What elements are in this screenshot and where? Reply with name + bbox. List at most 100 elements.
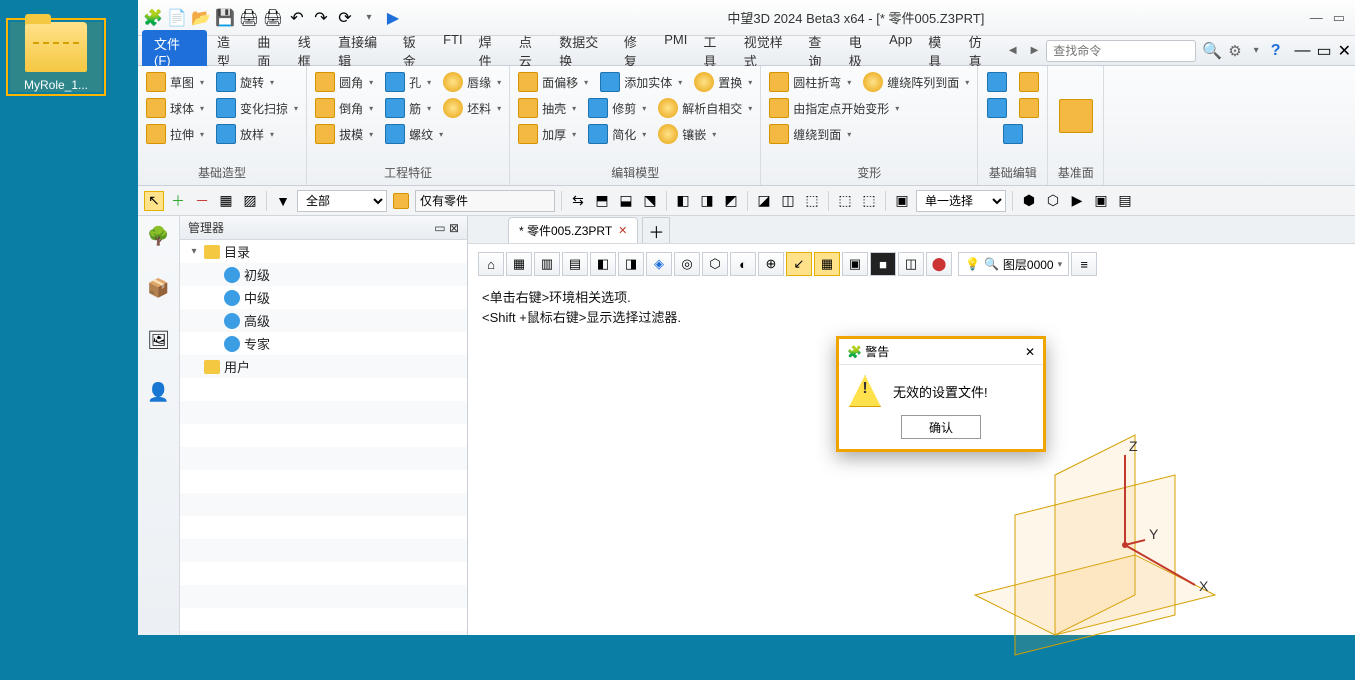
- ribbon-button[interactable]: 草图▾: [144, 70, 206, 94]
- new-icon[interactable]: 📄: [168, 9, 186, 27]
- new-tab-button[interactable]: ＋: [642, 217, 670, 243]
- tool-icon[interactable]: ◨: [697, 191, 717, 211]
- tree-node[interactable]: 中级: [180, 286, 467, 309]
- maximize-button[interactable]: ▭: [1333, 10, 1345, 26]
- desktop-folder-icon[interactable]: MyRole_1...: [10, 22, 102, 92]
- ribbon-button[interactable]: 圆柱折弯▾: [767, 70, 853, 94]
- ribbon-button[interactable]: 圆角▾: [313, 70, 375, 94]
- vp-btn[interactable]: ■: [870, 252, 896, 276]
- ribbon-button[interactable]: 螺纹▾: [383, 122, 445, 146]
- tool-icon[interactable]: ⬒: [592, 191, 612, 211]
- ribbon-button-datum[interactable]: [1055, 97, 1097, 135]
- vp-btn[interactable]: ▣: [842, 252, 868, 276]
- save-icon[interactable]: 💾: [216, 9, 234, 27]
- vp-btn[interactable]: ◐: [730, 252, 756, 276]
- help-icon[interactable]: ?: [1271, 42, 1281, 60]
- vp-btn[interactable]: ↙: [786, 252, 812, 276]
- undo-icon[interactable]: ↶: [288, 9, 306, 27]
- add-icon[interactable]: ＋: [168, 191, 188, 211]
- ribbon-button[interactable]: 倒角▾: [313, 96, 375, 120]
- inner-close-button[interactable]: ✕: [1338, 41, 1351, 61]
- tool-icon[interactable]: ▶: [1067, 191, 1087, 211]
- cube-icon[interactable]: [391, 191, 411, 211]
- tool-icon[interactable]: ◫: [778, 191, 798, 211]
- tree-node[interactable]: ▾目录: [180, 240, 467, 263]
- tool-icon[interactable]: ◧: [673, 191, 693, 211]
- sidebar-tab-tree[interactable]: 🌳: [145, 222, 173, 250]
- chevron-down-icon[interactable]: ▾: [360, 9, 378, 27]
- filter-select-all[interactable]: 全部: [297, 190, 387, 212]
- tool-icon[interactable]: ⬚: [835, 191, 855, 211]
- ribbon-button[interactable]: 拔模▾: [313, 122, 375, 146]
- tool-icon[interactable]: ⬡: [1043, 191, 1063, 211]
- tab-close-icon[interactable]: ✕: [618, 224, 627, 237]
- play-icon[interactable]: ▶: [384, 9, 402, 27]
- ribbon-button[interactable]: [985, 70, 1009, 94]
- ribbon-button[interactable]: 孔▾: [383, 70, 433, 94]
- ribbon-button[interactable]: 加厚▾: [516, 122, 578, 146]
- ribbon-button[interactable]: 添加实体▾: [598, 70, 684, 94]
- minimize-button[interactable]: —: [1310, 10, 1323, 26]
- sidebar-close-icon[interactable]: ⊠: [449, 221, 459, 235]
- ribbon-button[interactable]: 旋转▾: [214, 70, 276, 94]
- dialog-close-icon[interactable]: ✕: [1025, 345, 1035, 359]
- tool-icon[interactable]: ⬚: [859, 191, 879, 211]
- sidebar-tab-user[interactable]: 👤: [145, 378, 173, 406]
- tool-icon[interactable]: ⬓: [616, 191, 636, 211]
- ribbon-button[interactable]: [1001, 122, 1025, 146]
- document-tab[interactable]: * 零件005.Z3PRT ✕: [508, 217, 638, 243]
- ribbon-button[interactable]: 拉伸▾: [144, 122, 206, 146]
- menu-overflow-left[interactable]: ◀: [1003, 45, 1023, 56]
- ribbon-button[interactable]: 面偏移▾: [516, 70, 590, 94]
- vp-btn[interactable]: ⌂: [478, 252, 504, 276]
- ribbon-button[interactable]: 筋▾: [383, 96, 433, 120]
- viewport[interactable]: * 零件005.Z3PRT ✕ ＋ ⌂ ▦ ▥ ▤ ◧ ◨ ◈ ◎ ⬡ ◐ ⊕ …: [468, 216, 1355, 635]
- sidebar-tab-image[interactable]: 🖼: [145, 326, 173, 354]
- ribbon-button[interactable]: 缠绕阵列到面▾: [861, 70, 971, 94]
- ribbon-button[interactable]: 镶嵌▾: [656, 122, 718, 146]
- selection-mode-select[interactable]: 单一选择: [916, 190, 1006, 212]
- inner-restore-button[interactable]: ▭: [1316, 41, 1331, 61]
- tree-node[interactable]: 用户: [180, 355, 467, 378]
- ribbon-button[interactable]: 放样▾: [214, 122, 276, 146]
- vp-btn[interactable]: ▦: [506, 252, 532, 276]
- cursor-icon[interactable]: ↖: [144, 191, 164, 211]
- print-preview-icon[interactable]: 🖨: [264, 9, 282, 27]
- ribbon-button[interactable]: 简化▾: [586, 122, 648, 146]
- ribbon-button[interactable]: [1017, 96, 1041, 120]
- vp-btn[interactable]: ⬤: [926, 252, 952, 276]
- ribbon-button[interactable]: 唇缘▾: [441, 70, 503, 94]
- ribbon-button[interactable]: 修剪▾: [586, 96, 648, 120]
- ribbon-button[interactable]: 由指定点开始变形▾: [767, 96, 901, 120]
- tree-node[interactable]: 初级: [180, 263, 467, 286]
- ribbon-button[interactable]: 变化扫掠▾: [214, 96, 300, 120]
- vp-btn[interactable]: ◨: [618, 252, 644, 276]
- ribbon-button[interactable]: [985, 96, 1009, 120]
- tool-icon[interactable]: ◪: [754, 191, 774, 211]
- ribbon-button[interactable]: 抽壳▾: [516, 96, 578, 120]
- vp-btn[interactable]: ▦: [814, 252, 840, 276]
- dashcross-icon[interactable]: ▨: [240, 191, 260, 211]
- filter-icon[interactable]: ▼: [273, 191, 293, 211]
- ribbon-button[interactable]: 置换▾: [692, 70, 754, 94]
- inner-minimize-button[interactable]: —: [1294, 42, 1310, 60]
- search-icon[interactable]: 🔍: [1202, 41, 1222, 61]
- dashwin-icon[interactable]: ▦: [216, 191, 236, 211]
- tree-node[interactable]: 高级: [180, 309, 467, 332]
- layer-selector[interactable]: 💡 🔍 图层0000 ▾: [958, 252, 1069, 276]
- tool-icon[interactable]: ⬚: [802, 191, 822, 211]
- tool-icon[interactable]: ⬢: [1019, 191, 1039, 211]
- vp-btn[interactable]: ▥: [534, 252, 560, 276]
- ribbon-button[interactable]: [1017, 70, 1041, 94]
- settings-icon[interactable]: ⚙: [1228, 42, 1241, 60]
- tool-icon[interactable]: ⬔: [640, 191, 660, 211]
- remove-icon[interactable]: －: [192, 191, 212, 211]
- sidebar-pin-icon[interactable]: ▭: [434, 221, 445, 235]
- vp-btn[interactable]: ⊕: [758, 252, 784, 276]
- tree-node[interactable]: 专家: [180, 332, 467, 355]
- vp-btn[interactable]: ◎: [674, 252, 700, 276]
- ribbon-button[interactable]: 坯料▾: [441, 96, 503, 120]
- tool-icon[interactable]: ▣: [892, 191, 912, 211]
- print-icon[interactable]: 🖨: [240, 9, 258, 27]
- vp-btn[interactable]: ◧: [590, 252, 616, 276]
